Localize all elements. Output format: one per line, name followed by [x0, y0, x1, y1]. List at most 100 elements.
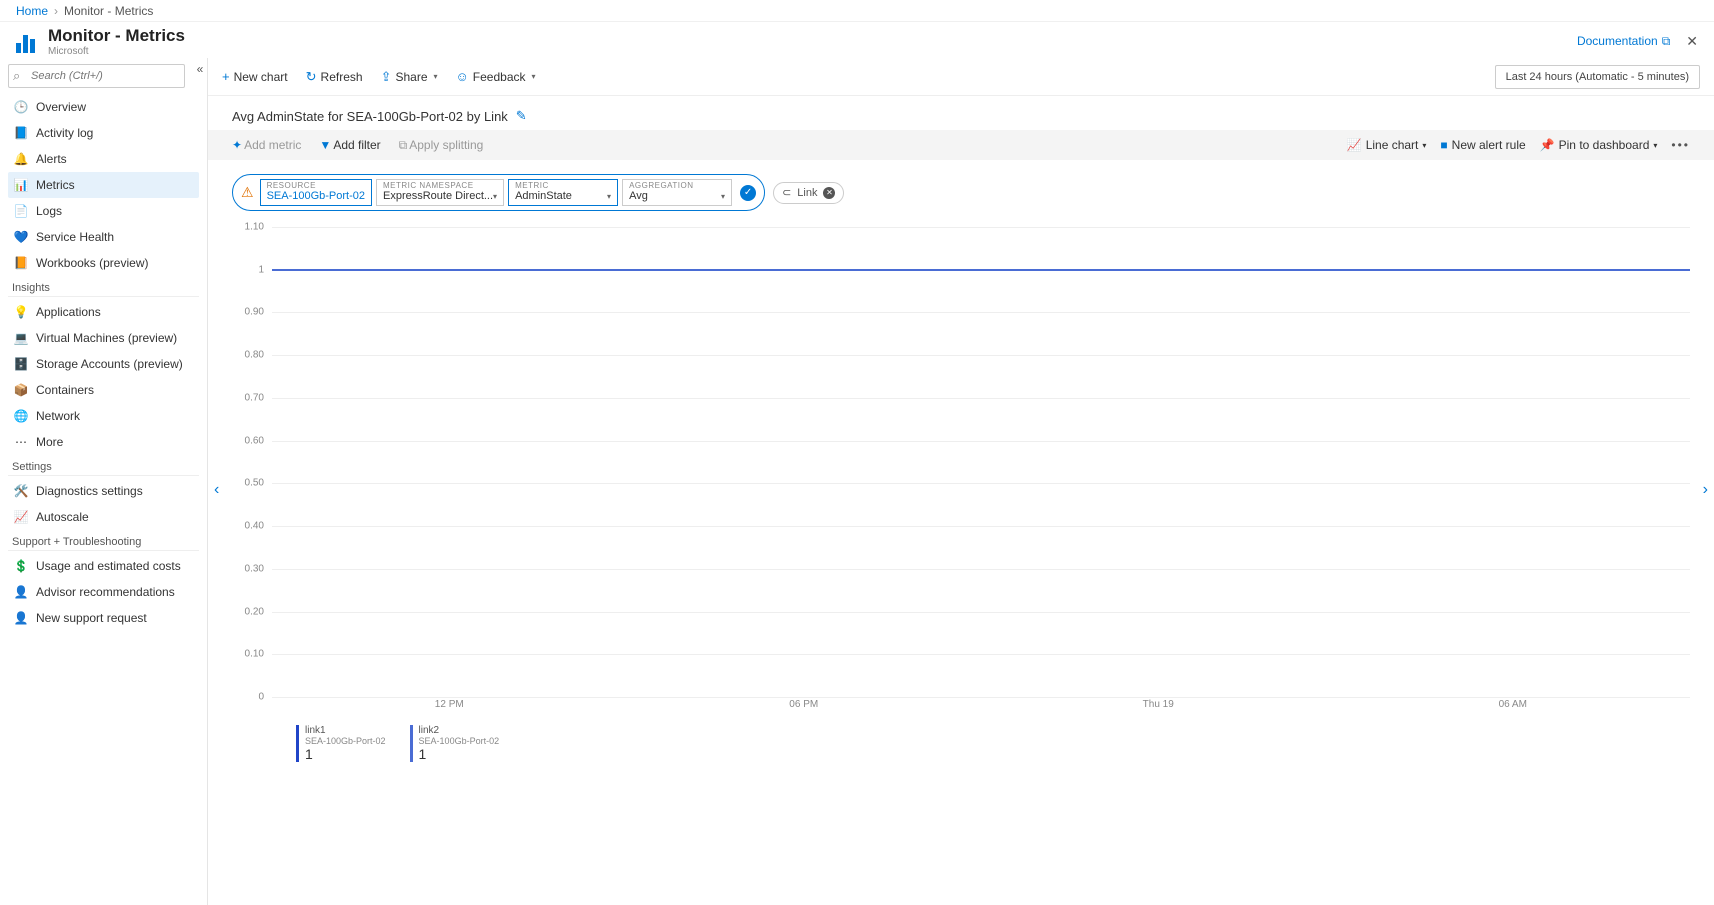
autoscale-icon: 📈	[14, 510, 28, 524]
feedback-icon: ☺	[456, 69, 469, 84]
y-tick-label: 1.10	[245, 222, 264, 233]
sidebar-item-applications[interactable]: 💡Applications	[8, 299, 199, 325]
metric-selector[interactable]: METRIC AdminState▾	[508, 179, 618, 206]
collapse-sidebar-button[interactable]: «	[193, 62, 207, 76]
grid-line	[272, 355, 1690, 356]
sidebar-item-diagnostics[interactable]: 🛠️Diagnostics settings	[8, 478, 199, 504]
apply-splitting-button[interactable]: ⧉Apply splitting	[399, 138, 484, 153]
legend-item[interactable]: link1SEA-100Gb-Port-021	[296, 725, 386, 762]
legend-series-name: link1	[305, 725, 386, 736]
filter-icon: ▼	[319, 138, 331, 152]
sidebar-item-more[interactable]: ⋯More	[8, 429, 199, 455]
aggregation-selector[interactable]: AGGREGATION Avg▾	[622, 179, 732, 206]
y-tick-label: 0	[258, 692, 264, 703]
support-request-icon: 👤	[14, 611, 28, 625]
y-tick-label: 1	[258, 264, 264, 275]
y-tick-label: 0.40	[245, 521, 264, 532]
advisor-icon: 👤	[14, 585, 28, 599]
chevron-down-icon: ▾	[721, 192, 725, 201]
remove-split-button[interactable]: ✕	[823, 187, 835, 199]
new-alert-button[interactable]: ■New alert rule	[1440, 138, 1525, 152]
x-tick-label: 12 PM	[272, 699, 627, 717]
chart-legend: link1SEA-100Gb-Port-021 link2SEA-100Gb-Po…	[232, 717, 1690, 762]
sidebar-item-virtual-machines[interactable]: 💻Virtual Machines (preview)	[8, 325, 199, 351]
close-button[interactable]: ✕	[1686, 33, 1698, 50]
workbooks-icon: 📙	[14, 256, 28, 270]
sidebar-search[interactable]: ⌕	[8, 64, 185, 88]
x-tick-label: Thu 19	[981, 699, 1336, 717]
apply-metric-button[interactable]: ✓	[740, 185, 756, 201]
sidebar-item-workbooks[interactable]: 📙Workbooks (preview)	[8, 250, 199, 276]
chart-container: ‹ › 1.1010.900.800.700.600.500.400.300.2…	[208, 217, 1714, 762]
alerts-icon: 🔔	[14, 152, 28, 166]
warning-icon: ⚠	[241, 184, 254, 201]
monitor-logo-icon	[16, 29, 40, 53]
new-chart-button[interactable]: +New chart	[222, 69, 288, 84]
grid-line	[272, 483, 1690, 484]
sidebar-item-storage-accounts[interactable]: 🗄️Storage Accounts (preview)	[8, 351, 199, 377]
feedback-button[interactable]: ☺Feedback▾	[456, 69, 536, 84]
chart-plot[interactable]: 1.1010.900.800.700.600.500.400.300.200.1…	[232, 227, 1690, 717]
plus-icon: +	[222, 69, 230, 84]
chevron-down-icon: ▾	[493, 192, 497, 201]
search-icon: ⌕	[13, 68, 20, 84]
sidebar-item-activity-log[interactable]: 📘Activity log	[8, 120, 199, 146]
prev-chart-button[interactable]: ‹	[214, 481, 219, 499]
cost-icon: 💲	[14, 559, 28, 573]
search-input[interactable]	[8, 64, 185, 88]
external-link-icon: ⧉	[1662, 34, 1671, 49]
resource-selector[interactable]: RESOURCE SEA-100Gb-Port-02	[260, 179, 372, 206]
chart-title-row: Avg AdminState for SEA-100Gb-Port-02 by …	[208, 96, 1714, 130]
share-button[interactable]: ⇪Share▾	[381, 69, 438, 85]
grid-line	[272, 312, 1690, 313]
activity-log-icon: 📘	[14, 126, 28, 140]
split-icon: ⧉	[399, 138, 408, 152]
sidebar-item-network[interactable]: 🌐Network	[8, 403, 199, 429]
pin-icon: 📌	[1540, 138, 1555, 152]
y-tick-label: 0.50	[245, 478, 264, 489]
sidebar-item-usage-costs[interactable]: 💲Usage and estimated costs	[8, 553, 199, 579]
more-options-button[interactable]: •••	[1671, 138, 1690, 152]
sidebar-item-service-health[interactable]: 💙Service Health	[8, 224, 199, 250]
add-metric-button[interactable]: ✦Add metric	[232, 138, 301, 152]
add-filter-button[interactable]: ▼Add filter	[319, 138, 380, 152]
x-tick-label: 06 AM	[1336, 699, 1691, 717]
chart-type-dropdown[interactable]: 📈Line chart▾	[1347, 138, 1427, 152]
pin-dashboard-button[interactable]: 📌Pin to dashboard▾	[1540, 138, 1658, 152]
legend-item[interactable]: link2SEA-100Gb-Port-021	[410, 725, 500, 762]
refresh-button[interactable]: ↻Refresh	[306, 69, 363, 85]
split-by-link-chip[interactable]: ⊂ Link ✕	[773, 182, 844, 204]
y-tick-label: 0.90	[245, 307, 264, 318]
sidebar-item-overview[interactable]: 🕒Overview	[8, 94, 199, 120]
sidebar-item-new-support[interactable]: 👤New support request	[8, 605, 199, 631]
legend-series-name: link2	[419, 725, 500, 736]
sidebar-item-autoscale[interactable]: 📈Autoscale	[8, 504, 199, 530]
legend-value: 1	[305, 746, 386, 762]
time-range-picker[interactable]: Last 24 hours (Automatic - 5 minutes)	[1495, 65, 1700, 89]
edit-title-button[interactable]: ✎	[516, 108, 527, 124]
storage-icon: 🗄️	[14, 357, 28, 371]
line-chart-icon: 📈	[1347, 138, 1362, 152]
sidebar-item-logs[interactable]: 📄Logs	[8, 198, 199, 224]
grid-line	[272, 612, 1690, 613]
legend-value: 1	[419, 746, 500, 762]
grid-line	[272, 569, 1690, 570]
command-bar: +New chart ↻Refresh ⇪Share▾ ☺Feedback▾ L…	[208, 58, 1714, 96]
next-chart-button[interactable]: ›	[1703, 481, 1708, 499]
refresh-icon: ↻	[306, 69, 317, 85]
main-panel: +New chart ↻Refresh ⇪Share▾ ☺Feedback▾ L…	[208, 58, 1714, 905]
diagnostics-icon: 🛠️	[14, 484, 28, 498]
sidebar-item-containers[interactable]: 📦Containers	[8, 377, 199, 403]
sidebar-heading-support: Support + Troubleshooting	[8, 530, 199, 551]
sidebar-item-metrics[interactable]: 📊Metrics	[8, 172, 199, 198]
namespace-selector[interactable]: METRIC NAMESPACE ExpressRoute Direct...▾	[376, 179, 504, 206]
sidebar-item-advisor[interactable]: 👤Advisor recommendations	[8, 579, 199, 605]
grid-line	[272, 654, 1690, 655]
x-tick-label: 06 PM	[627, 699, 982, 717]
breadcrumb-home[interactable]: Home	[16, 4, 48, 18]
documentation-link[interactable]: Documentation ⧉	[1577, 34, 1670, 49]
sidebar-item-alerts[interactable]: 🔔Alerts	[8, 146, 199, 172]
chevron-down-icon: ▾	[434, 72, 438, 81]
chart-toolbar: ✦Add metric ▼Add filter ⧉Apply splitting…	[208, 130, 1714, 160]
grid-line	[272, 398, 1690, 399]
